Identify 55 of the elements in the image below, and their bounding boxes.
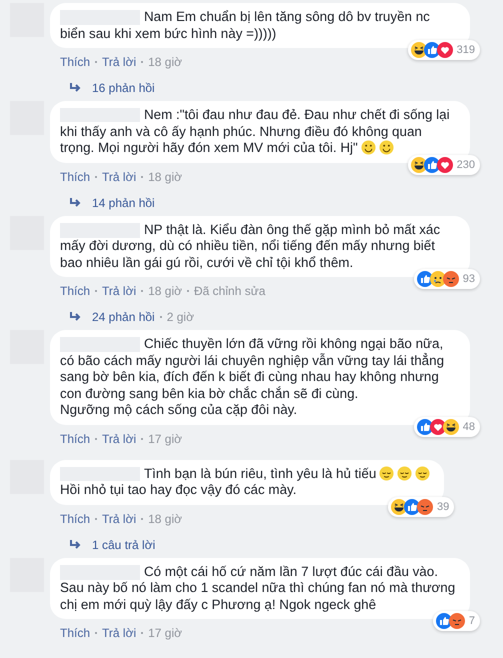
view-replies-link[interactable]: 24 phản hồi	[70, 310, 155, 324]
view-replies-link[interactable]: 14 phản hồi	[70, 196, 155, 210]
reaction-summary[interactable]: 319	[408, 40, 480, 60]
comment-action-link[interactable]: Thích	[60, 55, 90, 69]
reply-arrow-icon	[70, 83, 82, 93]
reaction-summary[interactable]: 7	[432, 611, 480, 631]
relieved-face-icon	[397, 466, 412, 480]
laughing-face-icon	[410, 42, 427, 58]
like-icon	[416, 418, 433, 434]
reply-arrow-icon	[70, 312, 82, 322]
angry-face-icon	[417, 498, 434, 514]
reaction-summary[interactable]: 230	[408, 154, 480, 174]
reaction-summary[interactable]: 39	[388, 496, 454, 516]
comment-text: Hồi nhỏ tụi tao hay đọc vậy đó các mày.	[60, 482, 298, 498]
reply-time: 2 giờ	[166, 310, 194, 324]
comment-time[interactable]: 17 giờ	[148, 432, 182, 446]
laughing-face-icon	[410, 156, 427, 172]
view-replies-link[interactable]: 16 phản hồi	[70, 81, 155, 95]
smiley-icon	[378, 140, 394, 155]
comment-action-link[interactable]: Thích	[60, 432, 90, 446]
comment-time[interactable]: 18 giờ	[148, 512, 182, 526]
relieved-face-icon	[379, 466, 394, 480]
reaction-summary[interactable]: 48	[414, 416, 480, 436]
like-icon	[416, 271, 433, 287]
comment-action-link[interactable]: Thích	[60, 170, 90, 184]
reply-arrow-icon	[70, 540, 82, 550]
comment-time[interactable]: 18 giờ	[148, 284, 182, 298]
comment-action-link[interactable]: Thích	[60, 284, 90, 298]
comment-action-link[interactable]: Trả lời	[102, 170, 136, 184]
comment-action-link[interactable]: Thích	[60, 626, 90, 640]
comment-action-link[interactable]: Trả lời	[102, 512, 136, 526]
reaction-summary[interactable]: 93	[414, 269, 480, 289]
like-icon	[436, 613, 452, 629]
comment-action-link[interactable]: Trả lời	[102, 626, 136, 640]
comment-action-link[interactable]: Trả lời	[102, 432, 136, 446]
comment-action-link[interactable]: Trả lời	[102, 55, 136, 69]
angry-face-icon	[448, 613, 465, 629]
comment-text: Tình bạn là bún riêu, tình yêu là hủ tiếu	[60, 466, 376, 480]
comment-action-link[interactable]: Thích	[60, 512, 90, 526]
comment-time[interactable]: 18 giờ	[148, 55, 182, 69]
like-icon	[424, 156, 440, 172]
like-icon	[424, 42, 440, 58]
laughing-face-icon	[442, 418, 459, 434]
angry-face-icon	[442, 271, 459, 287]
comment-action-link[interactable]: Trả lời	[102, 284, 136, 298]
relieved-face-icon	[415, 466, 430, 480]
reply-arrow-icon	[70, 198, 82, 208]
smiley-icon	[360, 140, 376, 155]
edited-label[interactable]: Đã chỉnh sửa	[194, 284, 266, 298]
comment-text: Có một cái hố cứ năm lần 7 lượt đúc cái đầu vào. Sau này bố nó làm cho 1 scandel nữa thì chúng fan nó mà thương chị em mới quỳ lậy đấy c Phương ạ! Ngok ngeck ghê	[60, 564, 456, 613]
comment-time[interactable]: 18 giờ	[148, 170, 182, 184]
crying-face-icon	[430, 271, 446, 287]
view-replies-link[interactable]: 1 câu trả lời	[70, 538, 156, 552]
comment-time[interactable]: 17 giờ	[148, 626, 182, 640]
comment-text: Ngưỡng mộ cách sống của cặp đôi này.	[60, 402, 298, 418]
